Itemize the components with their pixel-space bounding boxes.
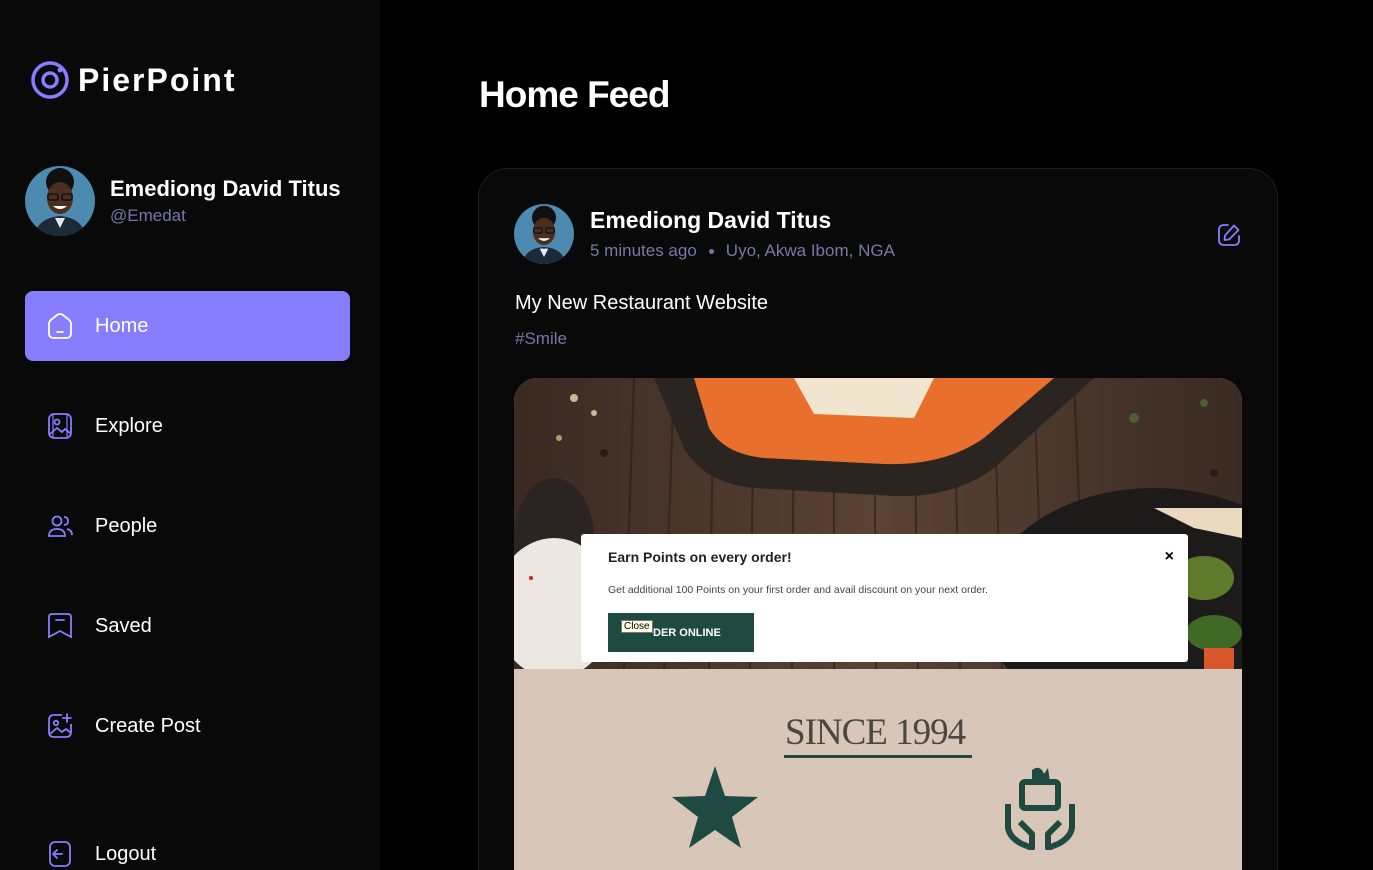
image-icon <box>45 411 75 441</box>
nav-label-create-post: Create Post <box>95 714 201 737</box>
nav-item-explore[interactable]: Explore <box>25 391 350 461</box>
people-icon <box>45 511 75 541</box>
bookmark-icon <box>45 611 75 641</box>
post-avatar[interactable] <box>514 204 574 264</box>
popup-title: Earn Points on every order! <box>608 549 792 565</box>
profile-name: Emediong David Titus <box>110 176 341 201</box>
logout-icon <box>45 839 75 869</box>
logo-icon <box>31 61 69 99</box>
post-header: Emediong David Titus 5 minutes ago Uyo, … <box>514 204 895 264</box>
avatar <box>25 166 95 236</box>
star-icon <box>672 766 758 848</box>
nav-label-logout: Logout <box>95 842 157 865</box>
post-image[interactable]: Earn Points on every order! × Get additi… <box>514 378 1242 870</box>
post-hashtag[interactable]: #Smile <box>515 329 567 349</box>
profile-handle: @Emedat <box>110 206 186 225</box>
nav-item-create-post[interactable]: Create Post <box>25 691 350 761</box>
page-title: Home Feed <box>479 74 670 115</box>
post-card: Emediong David Titus 5 minutes ago Uyo, … <box>478 168 1278 870</box>
nav-item-home[interactable]: Home <box>25 291 350 361</box>
logo[interactable]: PierPoint <box>30 60 236 100</box>
nav-label-home: Home <box>95 314 149 337</box>
heading-underline <box>784 755 972 758</box>
popup-text: Get additional 100 Points on your first … <box>608 584 988 596</box>
post-caption: My New Restaurant Website <box>515 292 769 314</box>
post-time: 5 minutes ago <box>590 241 697 260</box>
sidebar: PierPoint Emediong David Titus @Emedat H… <box>0 0 380 870</box>
about-section: SINCE 1994 <box>514 669 1242 870</box>
nav-label-saved: Saved <box>95 614 152 637</box>
edit-post-button[interactable] <box>1215 221 1243 249</box>
gallery-add-icon <box>45 711 75 741</box>
since-heading: SINCE 1994 <box>785 712 966 753</box>
red-dot <box>529 576 533 580</box>
close-tooltip: Close <box>621 620 653 633</box>
nav-label-explore: Explore <box>95 414 163 437</box>
post-author[interactable]: Emediong David Titus <box>590 207 895 234</box>
popup-close-icon[interactable]: × <box>1165 548 1174 566</box>
nav-item-people[interactable]: People <box>25 491 350 561</box>
promo-popup: Earn Points on every order! × Get additi… <box>581 534 1188 662</box>
home-icon <box>45 311 75 341</box>
nav-item-saved[interactable]: Saved <box>25 591 350 661</box>
logo-text: PierPoint <box>78 61 237 98</box>
edit-icon <box>1218 224 1240 246</box>
hands-box-icon <box>1005 767 1075 850</box>
nav-label-people: People <box>95 514 158 537</box>
user-profile[interactable]: Emediong David Titus @Emedat <box>25 166 341 236</box>
post-location: Uyo, Akwa Ibom, NGA <box>725 241 895 260</box>
separator-dot <box>708 248 714 254</box>
nav-item-logout[interactable]: Logout <box>25 819 350 870</box>
